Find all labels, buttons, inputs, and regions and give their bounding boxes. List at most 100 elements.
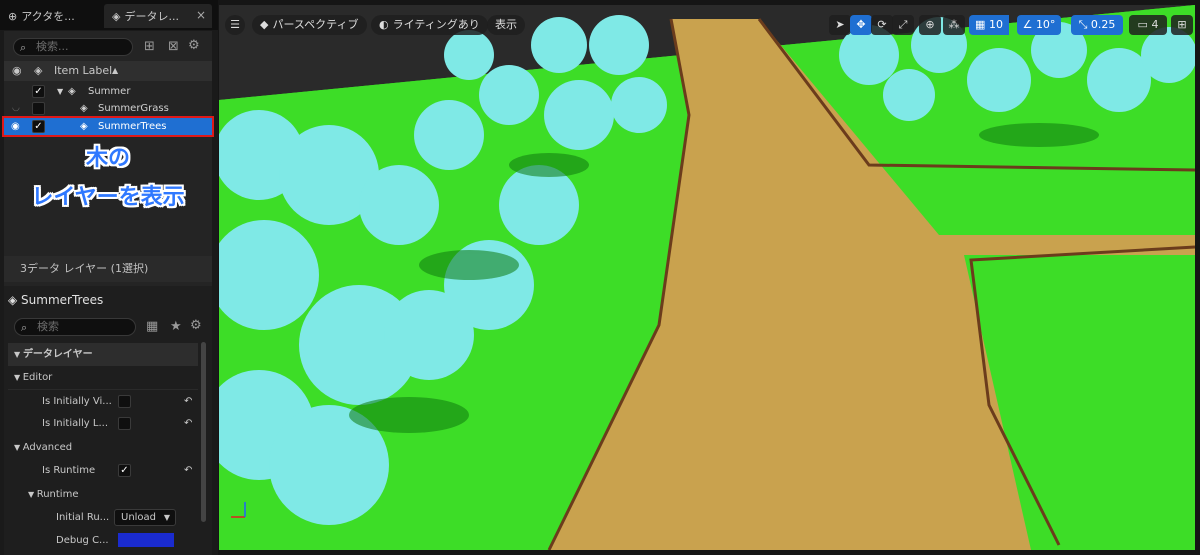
eye-hidden-icon[interactable]: ◡ [12, 100, 20, 117]
dropdown-value: Unload [121, 512, 157, 523]
prop-is-runtime: Is Runtime ✓ ↶ [8, 459, 198, 482]
category-label: Runtime [36, 489, 79, 500]
table-view-icon[interactable]: ▦ [146, 319, 158, 334]
layers-icon: ◈ [112, 9, 121, 23]
reset-icon[interactable]: ↶ [184, 412, 192, 435]
camera-icon: ▭ [1137, 18, 1148, 31]
tree-row-summergrass[interactable]: ◡ ◈ SummerGrass [4, 100, 212, 117]
scale-snap-toggle[interactable]: ⤡ 0.25 [1071, 15, 1123, 35]
category-data-layer[interactable]: ▼ データレイヤー [8, 343, 198, 366]
layers-icon: ◈ [68, 86, 76, 97]
scene-render [219, 5, 1195, 550]
tree-row-label: SummerGrass [98, 103, 169, 114]
collapse-arrow-icon: ▼ [14, 443, 23, 452]
reset-icon[interactable]: ↶ [184, 390, 192, 413]
star-icon[interactable]: ★ [170, 319, 182, 334]
sort-ascending-icon[interactable]: ▲ [112, 61, 118, 81]
initially-visible-checkbox[interactable] [118, 395, 131, 408]
scale-snap-value: 0.25 [1090, 18, 1116, 31]
scale-mode-icon[interactable]: ⤢ [892, 15, 914, 35]
tree-row-summertrees[interactable]: ◉ ✓ ◈ SummerTrees [2, 116, 214, 137]
rotation-snap-value: 10° [1035, 18, 1056, 31]
category-runtime[interactable]: ▼ Runtime [8, 483, 198, 506]
category-editor[interactable]: ▼ Editor [8, 366, 198, 389]
close-icon[interactable]: × [196, 8, 206, 22]
show-button[interactable]: 表示 [487, 15, 525, 35]
outliner-search-placeholder: 検索... [36, 40, 69, 53]
summergrass-checkbox[interactable] [32, 102, 45, 115]
prop-label: Is Runtime [42, 465, 96, 476]
lighting-button[interactable]: ◐ ライティングあり [371, 15, 488, 35]
expand-arrow-icon[interactable]: ▼ [57, 83, 63, 100]
rotate-mode-icon[interactable]: ⟳ [871, 15, 893, 35]
tab-data-layers-label: データレ... [124, 10, 179, 23]
initially-loaded-checkbox[interactable] [118, 417, 131, 430]
gear-icon[interactable]: ⚙ [190, 318, 202, 333]
reset-icon[interactable]: ↶ [184, 459, 192, 482]
layers-icon: ◈ [80, 103, 88, 114]
category-label: データレイヤー [22, 349, 93, 360]
hamburger-icon[interactable]: ☰ [225, 15, 245, 35]
prop-initially-loaded: Is Initially L... ↶ [8, 412, 198, 435]
outliner-search-input[interactable]: ⌕ 検索... [13, 38, 133, 56]
outliner-header[interactable]: ◉ ◈ Item Label ▲ [4, 61, 212, 81]
add-layer-icon[interactable]: ⊞ [144, 39, 155, 54]
details-title-row: ◈ SummerTrees [8, 290, 103, 310]
is-runtime-checkbox[interactable]: ✓ [118, 464, 131, 477]
tab-actors[interactable]: ⊕ アクタを... [0, 4, 104, 28]
tree-row-summer[interactable]: ✓ ▼ ◈ Summer [4, 83, 212, 100]
world-space-icon[interactable]: ⊕ [919, 15, 941, 35]
prop-debug-color: Debug C... [8, 529, 198, 551]
debug-color-swatch[interactable] [118, 533, 174, 547]
left-panel: ⊕ アクタを... ◈ データレ... × ⌕ 検索... ⊞ ⊠ ⚙ ◉ ◈ … [0, 0, 218, 555]
scrollbar[interactable] [201, 342, 206, 522]
outliner-status: 3データ レイヤー (1選択) [4, 256, 212, 282]
annotation-line-2: レイヤーを表示 [31, 185, 185, 210]
tree-row-label: Summer [88, 86, 131, 97]
layout-grid-icon[interactable]: ⊞ [1171, 15, 1193, 35]
lighting-label: ライティングあり [392, 18, 480, 31]
grid-icon: ▦ [975, 18, 986, 31]
lighting-icon: ◐ [379, 18, 389, 31]
summertrees-checkbox[interactable]: ✓ [32, 120, 45, 133]
translate-mode-icon[interactable]: ✥ [850, 15, 872, 35]
summer-checkbox[interactable]: ✓ [32, 85, 45, 98]
gear-icon[interactable]: ⚙ [188, 38, 200, 53]
perspective-button[interactable]: ◆ パースペクティブ [252, 15, 367, 35]
grid-snap-toggle[interactable]: ▦ 10 [969, 15, 1009, 35]
search-icon: ⌕ [20, 41, 27, 54]
collapse-arrow-icon: ▼ [28, 490, 37, 499]
tab-data-layers[interactable]: ◈ データレ... × [104, 4, 212, 28]
rotation-snap-toggle[interactable]: ∠ 10° [1017, 15, 1061, 35]
surface-snap-icon[interactable]: ⁂ [943, 15, 965, 35]
cube-icon: ◆ [260, 18, 269, 31]
tree-row-label: SummerTrees [98, 121, 167, 132]
show-label: 表示 [495, 18, 517, 31]
prop-initial-runtime-state: Initial Ru... Unload ▼ [8, 506, 198, 529]
camera-speed-button[interactable]: ▭ 4 [1129, 15, 1167, 35]
initial-runtime-dropdown[interactable]: Unload ▼ [114, 509, 176, 526]
remove-layer-icon[interactable]: ⊠ [168, 39, 179, 54]
details-panel: ◈ SummerTrees ⌕ 検索 ▦ ★ ⚙ ▼ データレイヤー ▼ Edi… [4, 286, 212, 555]
camera-speed-value: 4 [1151, 18, 1159, 31]
actor-icon: ⊕ [8, 9, 18, 23]
angle-icon: ∠ [1022, 18, 1033, 31]
prop-initially-visible: Is Initially Vi... ↶ [8, 389, 198, 412]
details-title: SummerTrees [21, 293, 104, 307]
select-mode-icon[interactable]: ➤ [829, 15, 851, 35]
details-search-placeholder: 検索 [37, 320, 59, 333]
perspective-label: パースペクティブ [272, 18, 359, 31]
details-search-input[interactable]: ⌕ 検索 [14, 318, 136, 336]
level-viewport[interactable]: ☰ ◆ パースペクティブ ◐ ライティングあり 表示 ➤ ✥ ⟳ ⤢ ⊕ ⁂ ▦… [219, 5, 1195, 550]
layers-icon: ◈ [34, 64, 43, 77]
eye-icon: ◉ [12, 64, 22, 77]
eye-icon[interactable]: ◉ [11, 118, 20, 135]
category-advanced[interactable]: ▼ Advanced [8, 436, 198, 459]
grid-snap-value: 10 [988, 18, 1003, 31]
collapse-arrow-icon: ▼ [14, 373, 23, 382]
prop-label: Debug C... [56, 535, 109, 546]
chevron-down-icon: ▼ [163, 513, 170, 522]
category-label: Advanced [22, 442, 73, 453]
layers-icon: ◈ [8, 293, 22, 307]
prop-label: Is Initially Vi... [42, 396, 112, 407]
